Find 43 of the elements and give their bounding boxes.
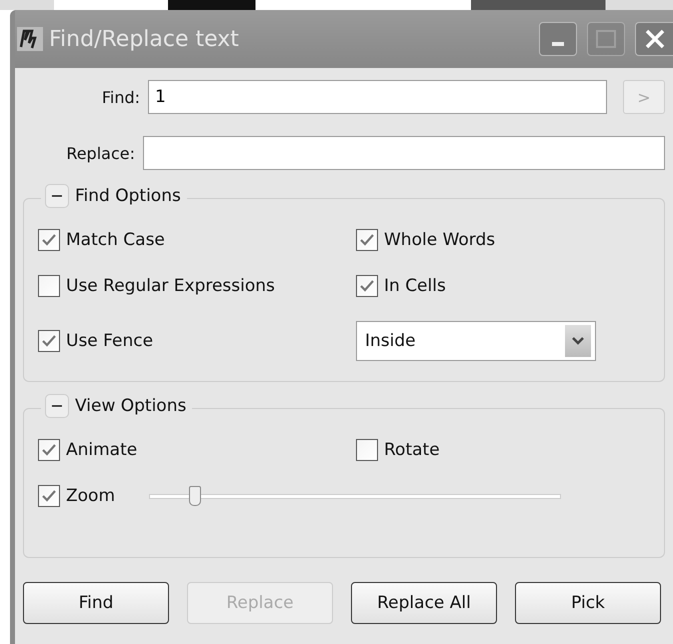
checkbox-label: Animate — [66, 440, 138, 460]
check-icon — [41, 489, 57, 503]
action-button[interactable]: Find — [23, 582, 169, 624]
checkbox[interactable] — [356, 229, 378, 251]
checkbox-label: Use Regular Expressions — [66, 276, 275, 296]
minimize-icon — [552, 42, 564, 46]
close-button[interactable] — [635, 22, 673, 56]
checkbox[interactable] — [38, 275, 60, 297]
group-title: Find Options — [75, 186, 181, 206]
app-icon — [17, 27, 43, 51]
minimize-button[interactable] — [539, 22, 577, 56]
check-icon — [359, 279, 375, 293]
slider-thumb[interactable] — [189, 486, 202, 506]
check-icon — [41, 443, 57, 457]
maximize-icon — [596, 30, 616, 48]
close-icon — [644, 28, 666, 50]
checkbox[interactable] — [38, 485, 60, 507]
checkbox[interactable] — [38, 229, 60, 251]
fence-dropdown[interactable]: Inside — [356, 321, 596, 361]
checkbox-label: In Cells — [384, 276, 446, 296]
collapse-toggle[interactable]: − — [45, 184, 69, 208]
checkbox-label: Rotate — [384, 440, 440, 460]
check-icon — [41, 334, 57, 348]
checkbox[interactable] — [38, 330, 60, 352]
checkbox[interactable] — [38, 439, 60, 461]
checkbox-label: Whole Words — [384, 230, 496, 250]
checkbox[interactable] — [356, 275, 378, 297]
checkbox-label: Match Case — [66, 230, 165, 250]
check-icon — [41, 233, 57, 247]
check-icon — [359, 233, 375, 247]
action-button[interactable]: Replace All — [351, 582, 497, 624]
checkbox-label: Use Fence — [66, 331, 154, 351]
field-label: Find: — [100, 88, 140, 106]
collapse-toggle[interactable]: − — [45, 394, 69, 418]
field-label: Replace: — [65, 144, 135, 162]
checkbox-label: Zoom — [66, 486, 116, 506]
group-title: View Options — [75, 396, 186, 416]
checkbox[interactable] — [356, 439, 378, 461]
window-title: Find/Replace text — [49, 26, 240, 52]
action-button[interactable]: Pick — [515, 582, 661, 624]
replace-field[interactable] — [143, 136, 665, 170]
zoom-slider[interactable] — [149, 486, 562, 506]
find-field[interactable]: 1 — [148, 80, 607, 114]
